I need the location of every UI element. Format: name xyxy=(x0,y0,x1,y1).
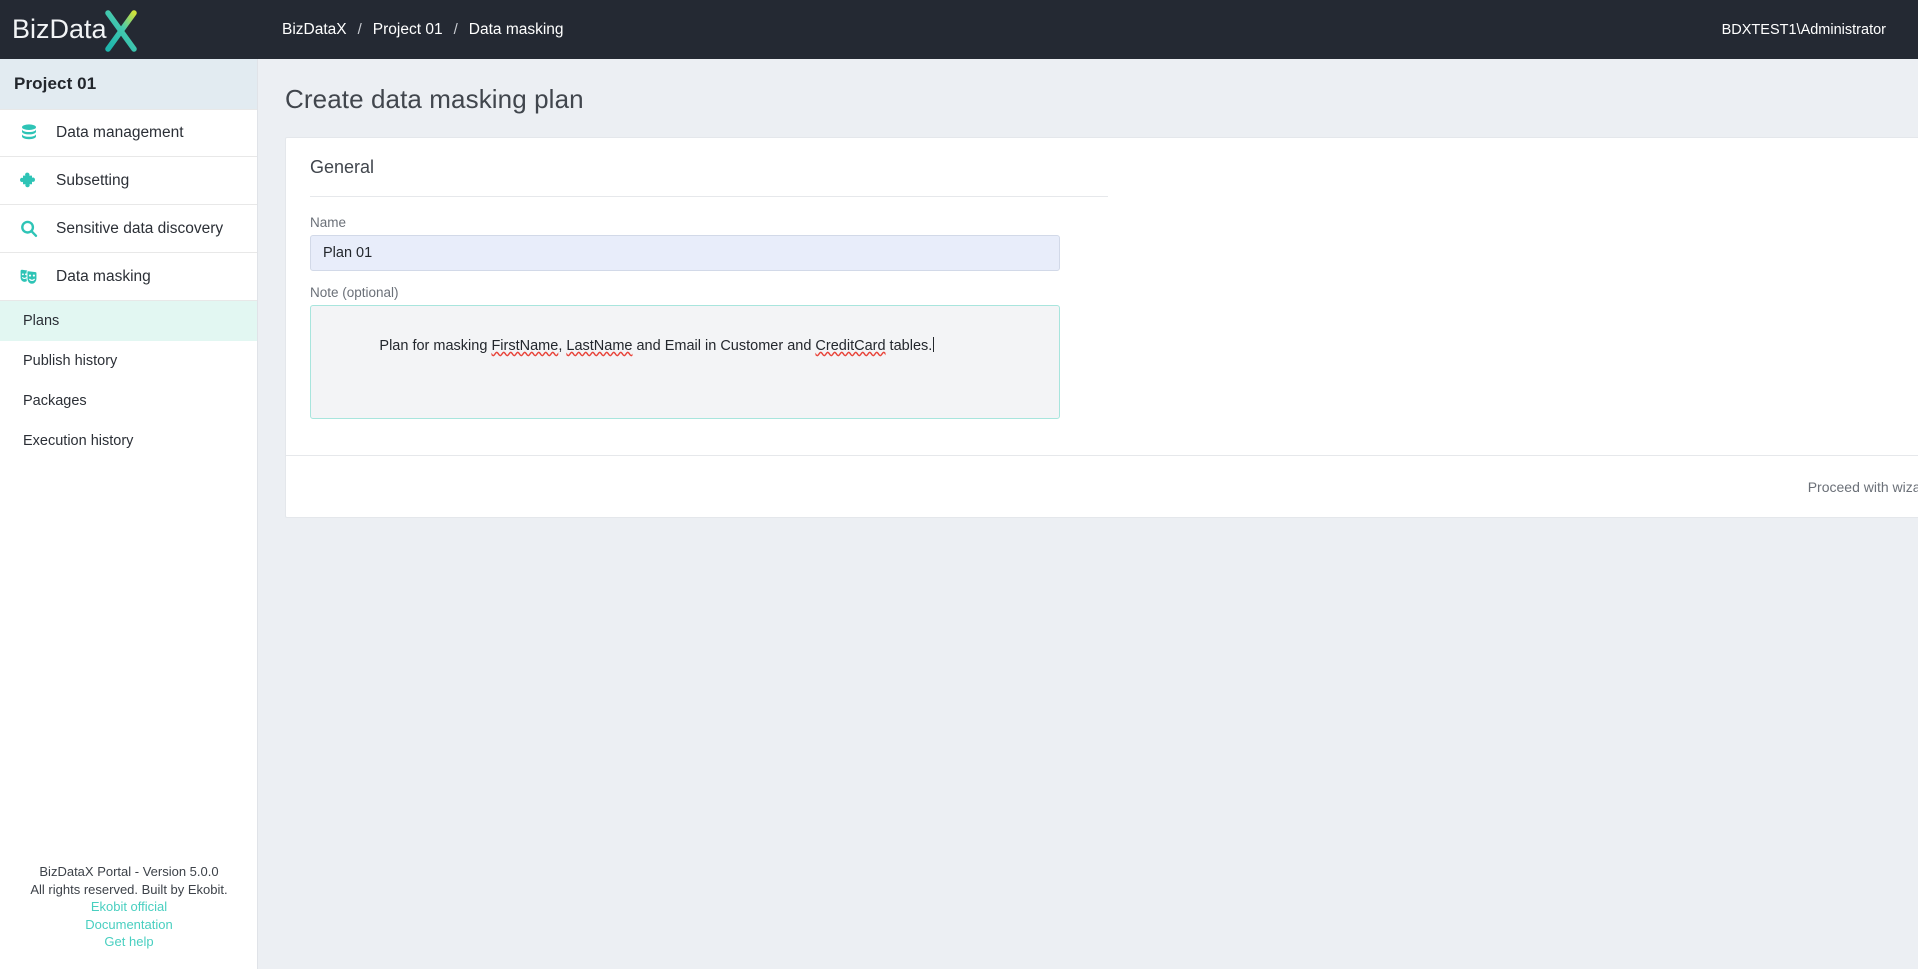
breadcrumb: BizDataX / Project 01 / Data masking xyxy=(282,21,564,39)
proceed-with-wizard-label: Proceed with wizard xyxy=(1807,478,1918,495)
sidebar-item-label: Data masking xyxy=(56,267,151,285)
content-area: Create data masking plan General Name No… xyxy=(258,59,1918,969)
sidebar-item-subsetting[interactable]: Subsetting xyxy=(0,157,258,205)
sidebar-spacer xyxy=(0,461,258,864)
breadcrumb-separator: / xyxy=(453,21,458,38)
sidebar-subitem-plans[interactable]: Plans xyxy=(0,301,258,341)
sidebar-nav: Data management Subsetting Sensitive dat… xyxy=(0,109,258,461)
app-root: BizData Project 01 Data management Subse… xyxy=(0,0,1918,969)
sidebar: BizData Project 01 Data management Subse… xyxy=(0,0,258,969)
breadcrumb-item-data-masking[interactable]: Data masking xyxy=(469,21,564,39)
name-form-group: Name xyxy=(310,215,1918,271)
page-title: Create data masking plan xyxy=(285,84,584,114)
top-bar: BizDataX / Project 01 / Data masking BDX… xyxy=(258,0,1918,59)
section-title: General xyxy=(310,157,1108,197)
bizdatax-logo-svg: BizData xyxy=(12,9,137,52)
note-segment: and Email in Customer and xyxy=(632,338,816,355)
sidebar-item-label: Sensitive data discovery xyxy=(56,219,224,237)
puzzle-piece-icon xyxy=(12,171,46,191)
sidebar-footer: BizDataX Portal - Version 5.0.0 All righ… xyxy=(0,863,258,969)
current-user-label[interactable]: BDXTEST1\Administrator xyxy=(1722,22,1886,38)
sidebar-item-data-management[interactable]: Data management xyxy=(0,109,258,157)
card-footer-actions: Proceed with wizard xyxy=(286,455,1918,517)
sidebar-subitem-label: Plans xyxy=(23,313,60,329)
get-help-link[interactable]: Get help xyxy=(0,933,258,951)
sidebar-subitem-label: Packages xyxy=(23,393,87,409)
sidebar-subitem-publish-history[interactable]: Publish history xyxy=(0,341,258,381)
general-card: General Name Note (optional) Plan for ma… xyxy=(285,137,1918,518)
note-label: Note (optional) xyxy=(310,285,399,300)
name-input[interactable] xyxy=(310,235,1060,271)
documentation-link[interactable]: Documentation xyxy=(0,916,258,934)
sidebar-subitem-packages[interactable]: Packages xyxy=(0,381,258,421)
note-segment: Plan for masking xyxy=(379,338,492,355)
sidebar-subitem-execution-history[interactable]: Execution history xyxy=(0,421,258,461)
main-region: BizDataX / Project 01 / Data masking BDX… xyxy=(258,0,1918,969)
portal-rights-text: All rights reserved. Built by Ekobit. xyxy=(30,881,228,897)
card-header: General xyxy=(286,138,1918,215)
sidebar-project-title: Project 01 xyxy=(0,59,258,109)
sidebar-item-label: Data management xyxy=(56,124,184,141)
brand-logo[interactable]: BizData xyxy=(0,0,258,59)
svg-text:BizData: BizData xyxy=(12,14,108,44)
database-icon xyxy=(12,123,46,143)
portal-version-text: BizDataX Portal - Version 5.0.0 xyxy=(39,864,219,880)
note-segment-misspelled: FirstName xyxy=(491,338,559,355)
text-cursor xyxy=(933,337,935,353)
ekobit-official-link[interactable]: Ekobit official xyxy=(0,898,258,916)
sidebar-item-label: Subsetting xyxy=(56,171,130,189)
sidebar-item-data-masking[interactable]: Data masking xyxy=(0,253,258,301)
sidebar-subitem-label: Execution history xyxy=(23,433,134,449)
note-segment-misspelled: LastName xyxy=(566,338,633,355)
card-body: Name Note (optional) Plan for masking Fi… xyxy=(286,215,1918,455)
note-form-group: Note (optional) Plan for masking FirstNa… xyxy=(310,285,1918,419)
theater-masks-icon xyxy=(12,267,46,287)
sidebar-subitem-label: Publish history xyxy=(23,353,118,369)
breadcrumb-separator: / xyxy=(357,21,362,38)
breadcrumb-item-project[interactable]: Project 01 xyxy=(373,21,443,39)
breadcrumb-item-bizdatax[interactable]: BizDataX xyxy=(282,21,347,39)
magnifier-icon xyxy=(12,219,46,239)
note-textarea[interactable]: Plan for masking FirstName, LastName and… xyxy=(310,305,1060,419)
note-segment: tables. xyxy=(885,338,933,355)
name-label: Name xyxy=(310,215,347,230)
sidebar-item-sensitive-data-discovery[interactable]: Sensitive data discovery xyxy=(0,205,258,253)
sidebar-divider xyxy=(257,59,258,969)
note-segment-misspelled: CreditCard xyxy=(815,338,886,355)
